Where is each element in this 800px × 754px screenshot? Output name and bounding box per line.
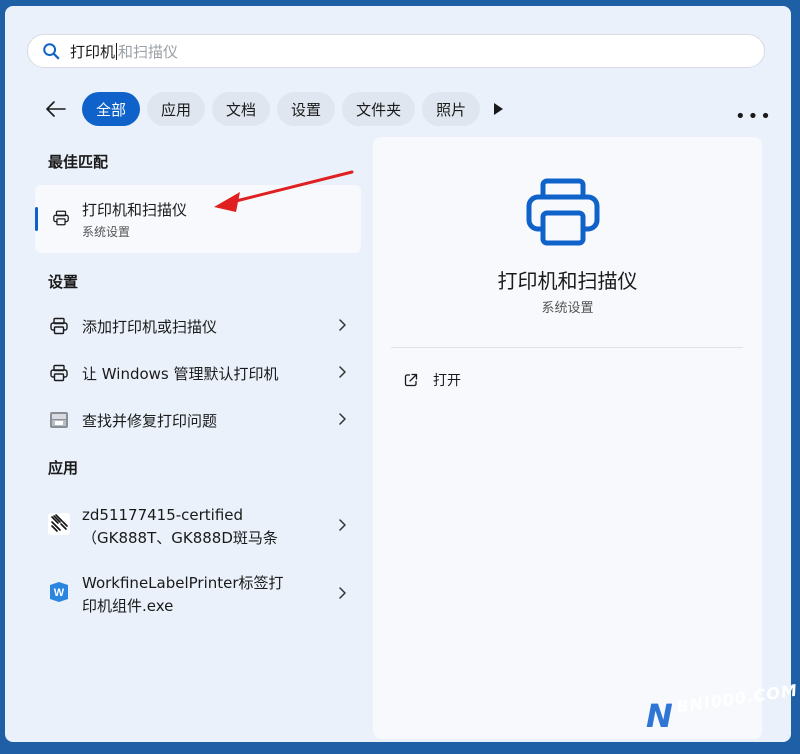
- best-match-item[interactable]: 打印机和扫描仪 系统设置: [35, 185, 361, 253]
- filter-chip-apps[interactable]: 应用: [147, 92, 206, 126]
- chevron-right-icon: [339, 366, 346, 378]
- app-item-line2: （GK888T、GK888D斑马条: [82, 529, 278, 547]
- best-match-title: 打印机和扫描仪: [82, 201, 188, 219]
- settings-item-label: 添加打印机或扫描仪: [82, 318, 218, 336]
- section-heading-best-match: 最佳匹配: [48, 153, 109, 171]
- zebra-app-icon: [48, 513, 70, 535]
- open-label: 打开: [433, 373, 461, 389]
- text-caret: [116, 42, 118, 60]
- search-icon: [43, 43, 60, 60]
- search-typed-text: 打印机: [70, 42, 116, 61]
- search-suggestion-text: 和扫描仪: [118, 42, 179, 61]
- section-heading-settings: 设置: [48, 273, 79, 291]
- settings-item-troubleshoot[interactable]: 查找并修复打印问题: [35, 398, 361, 442]
- preview-title: 打印机和扫描仪: [497, 269, 638, 293]
- section-heading-apps: 应用: [48, 459, 79, 477]
- divider: [391, 347, 743, 348]
- more-filters-play-icon[interactable]: [491, 102, 505, 116]
- workfine-app-icon: W: [50, 582, 68, 602]
- settings-item-add-printer[interactable]: 添加打印机或扫描仪: [35, 304, 361, 348]
- filter-bar: 全部 应用 文档 设置 文件夹 照片: [41, 91, 487, 127]
- back-button[interactable]: [41, 94, 71, 124]
- app-item-line1: WorkfineLabelPrinter标签打: [82, 574, 284, 592]
- app-item-line1: zd51177415-certified: [82, 506, 244, 524]
- app-item-workfine[interactable]: W WorkfineLabelPrinter标签打 印机组件.exe: [35, 564, 361, 622]
- watermark-text: BNI000.COM: [675, 680, 800, 717]
- settings-item-default-printer[interactable]: 让 Windows 管理默认打印机: [35, 351, 361, 395]
- chevron-right-icon: [339, 587, 346, 599]
- svg-text:W: W: [54, 587, 65, 599]
- app-item-line2: 印机组件.exe: [82, 597, 174, 615]
- open-action[interactable]: 打开: [403, 370, 461, 390]
- filter-chip-settings[interactable]: 设置: [277, 92, 336, 126]
- open-external-icon: [404, 373, 418, 387]
- best-match-subtitle: 系统设置: [82, 225, 131, 239]
- preview-pane: 打印机和扫描仪 系统设置 打开: [373, 137, 762, 739]
- printer-icon: [50, 317, 68, 335]
- filter-chip-all[interactable]: 全部: [82, 92, 141, 126]
- chevron-right-icon: [339, 519, 346, 531]
- more-options-button[interactable]: •••: [735, 106, 773, 127]
- settings-item-label: 查找并修复打印问题: [82, 412, 218, 430]
- printer-icon: [53, 210, 69, 226]
- troubleshoot-printer-icon: [50, 412, 68, 428]
- filter-chip-documents[interactable]: 文档: [212, 92, 271, 126]
- chevron-right-icon: [339, 319, 346, 331]
- selection-indicator: [35, 207, 38, 231]
- search-box[interactable]: 打印机 和扫描仪: [27, 34, 765, 68]
- settings-item-label: 让 Windows 管理默认打印机: [82, 365, 279, 383]
- watermark-logo: N BNI000.COM: [646, 681, 799, 735]
- start-search-panel: 打印机 和扫描仪 全部 应用 文档 设置 文件夹 照片 ••• 最佳匹配 打印机和…: [5, 6, 791, 742]
- filter-chip-folders[interactable]: 文件夹: [342, 92, 416, 126]
- search-input[interactable]: 打印机 和扫描仪: [70, 41, 178, 62]
- chevron-right-icon: [339, 413, 346, 425]
- back-arrow-icon: [46, 101, 66, 117]
- watermark-letter: N: [646, 697, 673, 735]
- printer-icon: [50, 364, 68, 382]
- printer-large-icon: [526, 178, 600, 246]
- app-item-zebra[interactable]: zd51177415-certified （GK888T、GK888D斑马条: [35, 496, 361, 554]
- preview-subtitle: 系统设置: [541, 301, 594, 316]
- filter-chip-photos[interactable]: 照片: [422, 92, 481, 126]
